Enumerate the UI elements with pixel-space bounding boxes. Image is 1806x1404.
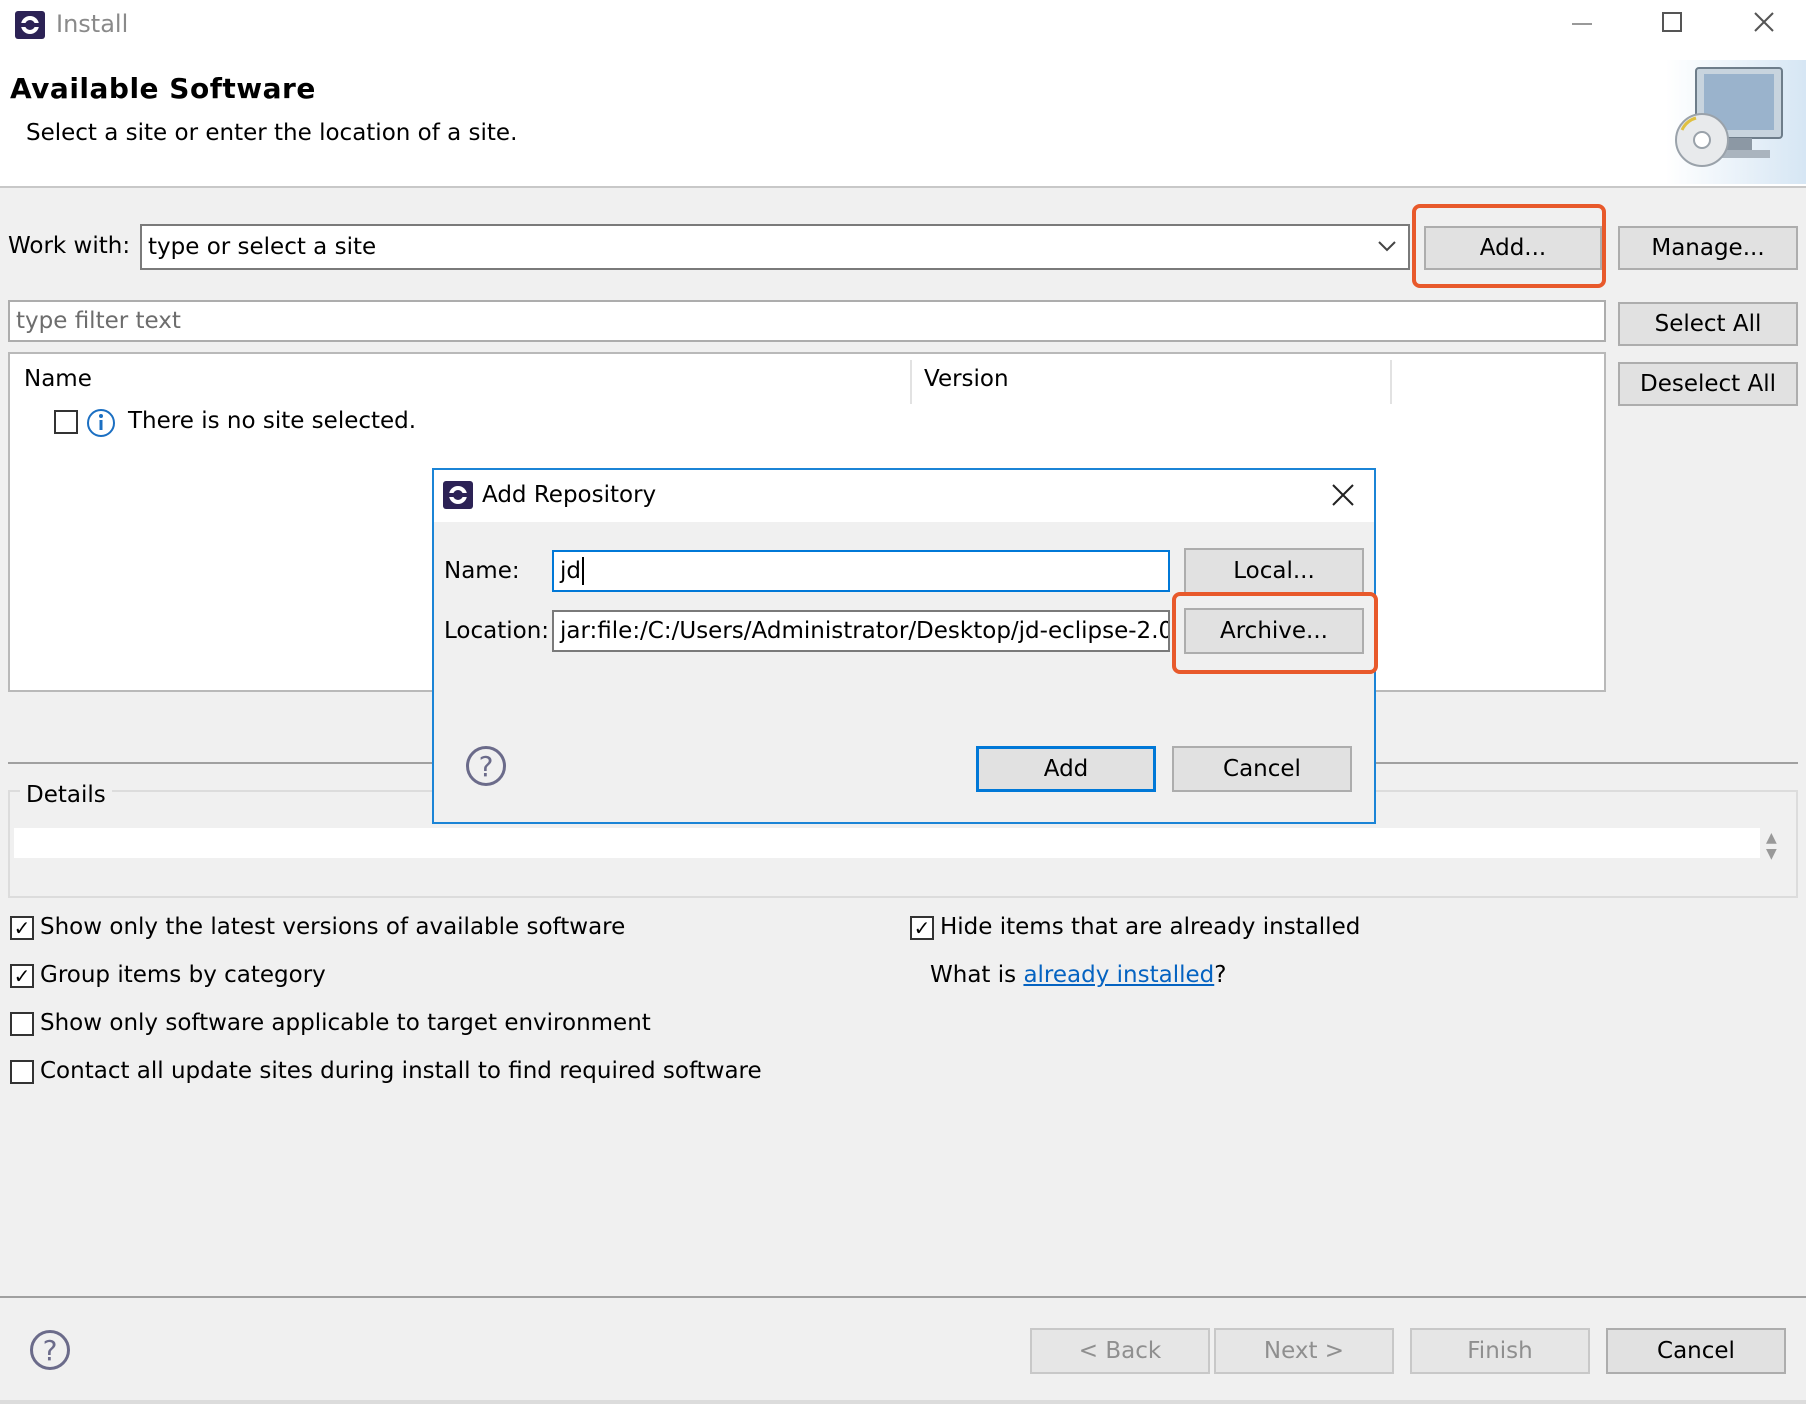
window-title: Install	[56, 10, 129, 38]
what-is-prefix: What is	[930, 962, 1024, 988]
already-installed-link[interactable]: already installed	[1023, 962, 1214, 988]
eclipse-app-icon	[14, 10, 46, 40]
close-icon[interactable]	[1742, 8, 1786, 44]
location-label: Location:	[444, 618, 550, 644]
dialog-cancel-button[interactable]: Cancel	[1172, 746, 1352, 792]
dialog-close-icon[interactable]	[1330, 482, 1356, 514]
what-is-suffix: ?	[1214, 962, 1227, 988]
cancel-button[interactable]: Cancel	[1606, 1328, 1786, 1374]
work-with-combo[interactable]: type or select a site	[140, 224, 1410, 270]
hide-installed-label: Hide items that are already installed	[940, 914, 1361, 940]
dialog-help-icon[interactable]: ?	[466, 746, 506, 786]
info-icon	[86, 408, 116, 444]
dialog-add-button[interactable]: Add	[976, 746, 1156, 792]
page-title: Available Software	[10, 72, 316, 105]
group-by-category-label: Group items by category	[40, 962, 326, 988]
filter-placeholder: type filter text	[16, 308, 181, 334]
minimize-icon[interactable]	[1560, 8, 1604, 44]
column-header-name[interactable]: Name	[24, 366, 92, 392]
name-label: Name:	[444, 558, 520, 584]
chevron-down-icon[interactable]	[1376, 234, 1398, 264]
target-environment-checkbox[interactable]	[10, 1012, 34, 1036]
text-cursor	[582, 557, 584, 585]
work-with-input-text: type or select a site	[148, 234, 377, 260]
scroll-arrows-icon[interactable]: ▲ ▼	[1766, 830, 1777, 862]
location-input-value: jar:file:/C:/Users/Administrator/Desktop…	[560, 618, 1170, 644]
add-site-button[interactable]: Add...	[1424, 226, 1602, 270]
select-all-button[interactable]: Select All	[1618, 302, 1798, 346]
dialog-title: Add Repository	[482, 482, 657, 508]
local-button[interactable]: Local...	[1184, 548, 1364, 594]
footer-separator	[0, 1296, 1806, 1298]
bottom-edge	[0, 1400, 1806, 1404]
hide-installed-checkbox[interactable]: ✓	[910, 916, 934, 940]
next-button[interactable]: Next >	[1214, 1328, 1394, 1374]
name-input[interactable]: jd	[552, 550, 1170, 592]
latest-versions-checkbox[interactable]: ✓	[10, 916, 34, 940]
eclipse-dialog-icon	[442, 480, 474, 516]
help-icon[interactable]: ?	[30, 1330, 70, 1370]
install-computer-icon	[1666, 60, 1806, 184]
title-bar	[0, 0, 1806, 52]
what-is-installed: What is already installed?	[930, 962, 1226, 988]
latest-versions-label: Show only the latest versions of availab…	[40, 914, 626, 940]
column-header-version[interactable]: Version	[924, 366, 1009, 392]
no-site-message: There is no site selected.	[128, 408, 417, 434]
group-by-category-checkbox[interactable]: ✓	[10, 964, 34, 988]
location-input[interactable]: jar:file:/C:/Users/Administrator/Desktop…	[552, 610, 1170, 652]
filter-input[interactable]: type filter text	[8, 300, 1606, 342]
maximize-icon[interactable]	[1650, 8, 1694, 44]
details-text-area[interactable]	[14, 828, 1760, 858]
tree-item-checkbox[interactable]	[54, 410, 78, 434]
finish-button[interactable]: Finish	[1410, 1328, 1590, 1374]
work-with-label: Work with:	[8, 233, 131, 259]
manage-button[interactable]: Manage...	[1618, 226, 1798, 270]
archive-button[interactable]: Archive...	[1184, 608, 1364, 654]
add-repository-dialog: Add Repository Name: jd Local... Locatio…	[432, 468, 1378, 824]
name-input-value: jd	[560, 558, 581, 584]
deselect-all-button[interactable]: Deselect All	[1618, 362, 1798, 406]
page-subtitle: Select a site or enter the location of a…	[26, 120, 518, 146]
back-button[interactable]: < Back	[1030, 1328, 1210, 1374]
target-environment-label: Show only software applicable to target …	[40, 1010, 651, 1036]
contact-update-sites-checkbox[interactable]	[10, 1060, 34, 1084]
details-label: Details	[20, 782, 112, 808]
contact-update-sites-label: Contact all update sites during install …	[40, 1058, 762, 1084]
column-divider	[1390, 360, 1392, 404]
column-divider	[910, 360, 912, 404]
